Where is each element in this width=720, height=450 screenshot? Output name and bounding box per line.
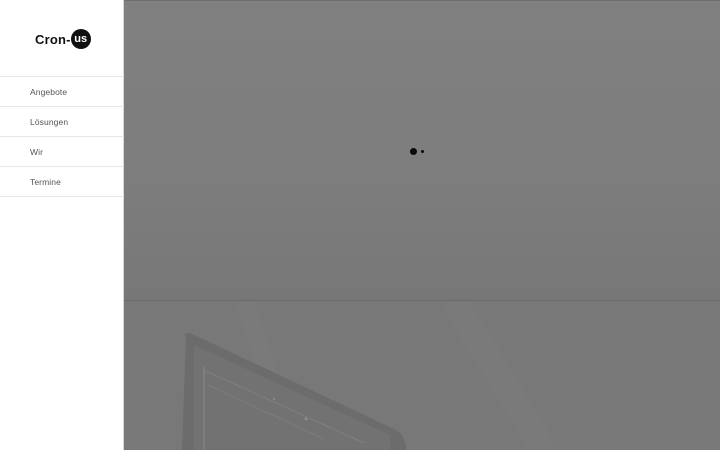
sidebar-item-wir[interactable]: Wir bbox=[0, 137, 124, 167]
main-content bbox=[124, 0, 720, 450]
sidebar-item-label: Wir bbox=[30, 146, 44, 157]
logo-badge: us bbox=[70, 29, 91, 49]
sidebar-item-loesungen[interactable]: Lösungen bbox=[0, 107, 124, 137]
logo-text: Cron- bbox=[35, 31, 71, 47]
sidebar-item-label: Angebote bbox=[30, 86, 68, 97]
sidebar-item-label: Termine bbox=[30, 176, 61, 187]
sidebar-item-angebote[interactable]: Angebote bbox=[0, 77, 124, 107]
image-section bbox=[124, 301, 720, 450]
sidebar-nav: Angebote Lösungen Wir Termine bbox=[0, 76, 124, 197]
sidebar-item-label: Lösungen bbox=[30, 116, 69, 127]
loading-dot-small-icon bbox=[421, 150, 424, 153]
logo[interactable]: Cron- us bbox=[35, 29, 91, 49]
page: Cron- us Angebote Lösungen Wir Termine bbox=[0, 0, 720, 450]
hero-section bbox=[124, 0, 720, 300]
loading-dots-icon bbox=[410, 148, 417, 155]
sidebar-item-termine[interactable]: Termine bbox=[0, 167, 124, 197]
laptop-image bbox=[182, 301, 674, 450]
sidebar: Cron- us Angebote Lösungen Wir Termine bbox=[0, 0, 124, 450]
